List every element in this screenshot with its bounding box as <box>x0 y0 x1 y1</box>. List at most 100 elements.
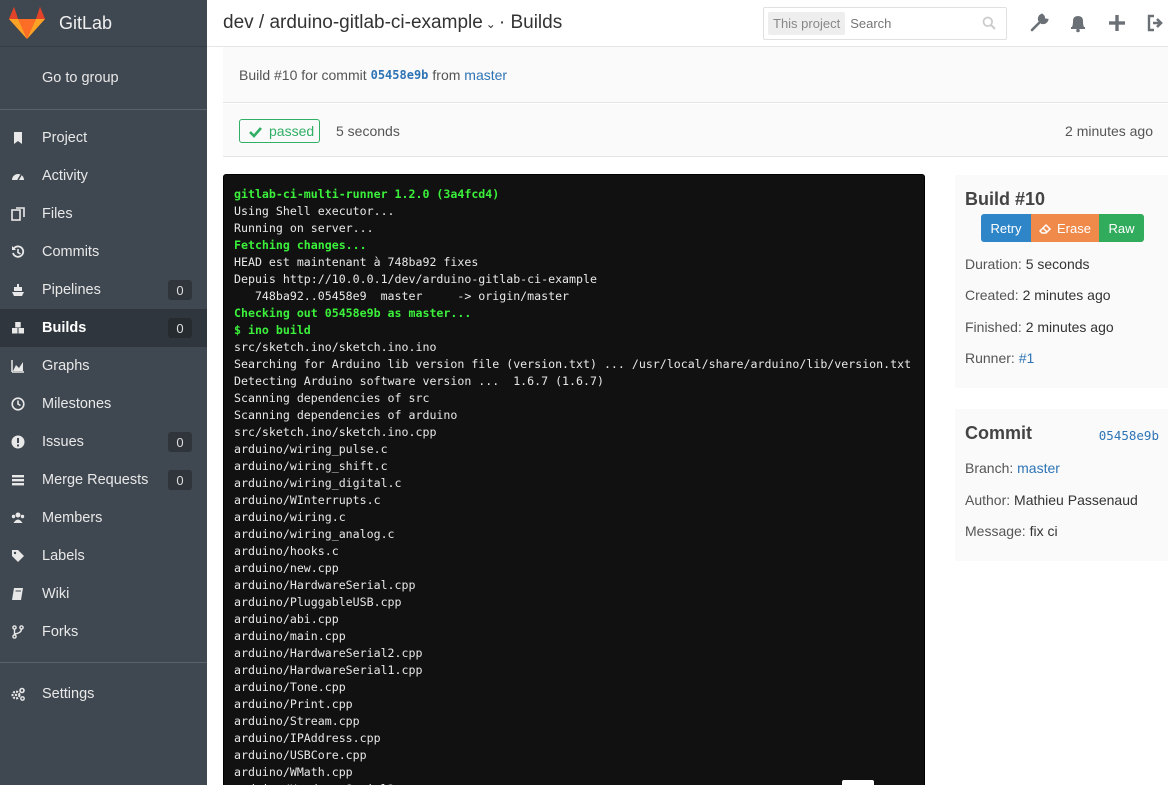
status-text: passed <box>269 123 315 139</box>
code-fork-icon <box>12 625 24 639</box>
count-badge: 0 <box>168 432 192 452</box>
trace-line: 748ba92..05458e9 master -> origin/master <box>234 289 570 303</box>
commit-sha-link[interactable]: 05458e9b <box>371 68 429 82</box>
wrench-icon[interactable] <box>1029 13 1049 33</box>
branch-link[interactable]: master <box>1017 460 1060 476</box>
sidebar-item-pipelines[interactable]: Pipelines 0 <box>0 271 207 309</box>
build-panel: Build #10 Retry Erase Raw Duration: 5 se… <box>955 175 1168 388</box>
trace-line: arduino/wiring_pulse.c <box>234 442 388 456</box>
runner-link[interactable]: #1 <box>1019 350 1035 366</box>
trace-line: arduino/HardwareSerial2.cpp <box>234 646 423 660</box>
trace-line: gitlab-ci-multi-runner 1.2.0 (3a4fcd4) <box>234 187 500 201</box>
header-icons <box>1029 13 1168 33</box>
created-value: 2 minutes ago <box>1022 287 1111 303</box>
sidebar-item-issues[interactable]: Issues 0 <box>0 423 207 461</box>
sidebar-item-milestones[interactable]: Milestones <box>0 385 207 423</box>
branch-link[interactable]: master <box>464 67 507 83</box>
trace-line: arduino/Tone.cpp <box>234 680 346 694</box>
sidebar: GitLab Go to group Project Activity Files C… <box>0 0 207 785</box>
sidebar-item-activity[interactable]: Activity <box>0 157 207 195</box>
bell-icon[interactable] <box>1068 13 1088 33</box>
trace-line: Running on server... <box>234 221 374 235</box>
sidebar-item-label: Pipelines <box>42 282 101 298</box>
sidebar-item-label: Members <box>42 510 103 526</box>
build-duration: 5 seconds <box>336 123 400 139</box>
message-value: fix ci <box>1029 523 1058 539</box>
author-label: Author: <box>965 492 1011 508</box>
sidebar-item-label: Merge Requests <box>42 472 149 488</box>
build-trace[interactable]: gitlab-ci-multi-runner 1.2.0 (3a4fcd4) U… <box>223 174 925 785</box>
trace-line: Searching for Arduino lib version file (… <box>234 357 912 371</box>
go-to-group-link[interactable]: Go to group <box>0 47 207 110</box>
trace-line: HEAD est maintenant à 748ba92 fixes <box>234 255 479 269</box>
sidebar-item-label: Commits <box>42 244 100 260</box>
author-row: Author: Mathieu Passenaud <box>965 492 1138 508</box>
sidebar-item-graphs[interactable]: Graphs <box>0 347 207 385</box>
trace-line: Depuis http://10.0.0.1/dev/arduino-gitla… <box>234 272 597 286</box>
commit-sha-link[interactable]: 05458e9b <box>1099 428 1159 443</box>
build-info-prefix: Build #10 for commit <box>239 66 367 83</box>
search-input[interactable] <box>850 16 971 31</box>
trace-line: arduino/USBCore.cpp <box>234 748 367 762</box>
trace-line: arduino/Stream.cpp <box>234 714 360 728</box>
created-row: Created: 2 minutes ago <box>965 287 1111 303</box>
bookmark-icon <box>14 132 22 144</box>
sidebar-item-files[interactable]: Files <box>0 195 207 233</box>
duration-label: Duration: <box>965 256 1022 272</box>
finished-label: Finished: <box>965 319 1022 335</box>
book-icon <box>12 588 23 600</box>
brand[interactable]: GitLab <box>0 0 207 47</box>
trace-line: arduino/WInterrupts.c <box>234 493 381 507</box>
trace-line: arduino/wiring_digital.c <box>234 476 402 490</box>
files-icon <box>11 207 25 221</box>
sidebar-item-merge-requests[interactable]: Merge Requests 0 <box>0 461 207 499</box>
build-actions: Retry Erase Raw <box>981 214 1144 242</box>
sidebar-item-labels[interactable]: Labels <box>0 537 207 575</box>
tasks-icon <box>12 475 24 486</box>
section-name: · Builds <box>498 12 563 33</box>
ship-icon <box>12 284 24 296</box>
sign-out-icon[interactable] <box>1146 13 1166 33</box>
sidebar-item-project[interactable]: Project <box>0 119 207 157</box>
author-value: Mathieu Passenaud <box>1014 492 1138 508</box>
sidebar-item-wiki[interactable]: Wiki <box>0 575 207 613</box>
trace-line: arduino/wiring.c <box>234 510 346 524</box>
page-title: dev / arduino-gitlab-ci-example ⌄ · Builds <box>223 12 562 34</box>
message-label: Message: <box>965 523 1026 539</box>
trace-line: arduino/Print.cpp <box>234 697 353 711</box>
erase-button[interactable]: Erase <box>1031 214 1099 242</box>
build-info-from: from <box>432 66 461 83</box>
sidebar-item-members[interactable]: Members <box>0 499 207 537</box>
trace-line: Detecting Arduino software version ... 1… <box>234 374 604 388</box>
sidebar-item-builds[interactable]: Builds 0 <box>0 309 207 347</box>
trace-line: arduino/PluggableUSB.cpp <box>234 595 402 609</box>
brand-name: GitLab <box>59 12 113 33</box>
search-icon[interactable] <box>982 16 996 30</box>
trace-line: Scanning dependencies of arduino <box>234 408 458 422</box>
runner-row: Runner: #1 <box>965 350 1034 366</box>
sidebar-item-label: Project <box>42 130 88 146</box>
trace-line: arduino/IPAddress.cpp <box>234 731 381 745</box>
commit-panel-title: Commit <box>965 423 1032 443</box>
gitlab-logo-icon <box>9 7 45 39</box>
sidebar-item-forks[interactable]: Forks <box>0 613 207 651</box>
sidebar-item-commits[interactable]: Commits <box>0 233 207 271</box>
users-icon <box>11 512 25 523</box>
scroll-down-button[interactable] <box>842 780 874 785</box>
count-badge: 0 <box>168 280 192 300</box>
raw-button[interactable]: Raw <box>1099 214 1144 242</box>
trace-line: arduino/abi.cpp <box>234 612 339 626</box>
plus-icon[interactable] <box>1107 13 1127 33</box>
erase-label: Erase <box>1057 220 1091 236</box>
search-scope-badge[interactable]: This project <box>768 12 846 35</box>
sidebar-item-label: Forks <box>42 624 79 640</box>
sidebar-item-settings[interactable]: Settings <box>0 662 207 725</box>
trace-line: arduino/hooks.c <box>234 544 339 558</box>
project-path-link[interactable]: dev / arduino-gitlab-ci-example <box>223 12 483 33</box>
eraser-icon <box>1039 223 1052 234</box>
chevron-down-icon[interactable]: ⌄ <box>486 17 496 31</box>
status-badge[interactable]: passed <box>239 119 320 143</box>
trace-line: arduino/main.cpp <box>234 629 346 643</box>
tags-icon <box>12 550 24 562</box>
retry-button[interactable]: Retry <box>981 214 1031 242</box>
